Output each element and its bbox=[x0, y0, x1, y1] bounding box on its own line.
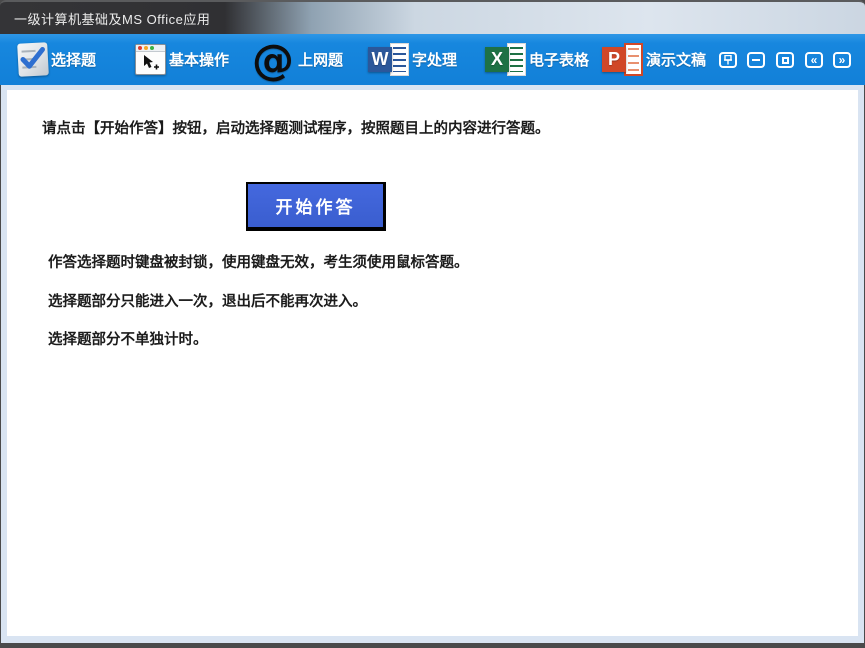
instruction-text: 请点击【开始作答】按钮，启动选择题测试程序，按照题目上的内容进行答题。 bbox=[42, 121, 550, 137]
excel-icon: X bbox=[485, 41, 526, 78]
maximize-button[interactable] bbox=[776, 52, 794, 68]
tab-label: 上网题 bbox=[298, 52, 344, 69]
tab-internet[interactable]: @ 上网题 bbox=[252, 34, 343, 85]
collapse-right-button[interactable]: » bbox=[833, 52, 851, 68]
pushpin-icon bbox=[724, 55, 732, 65]
window-cursor-icon bbox=[135, 44, 166, 75]
start-answer-button[interactable]: 开始作答 bbox=[246, 182, 386, 231]
tab-word-processing[interactable]: W 字处理 bbox=[368, 34, 457, 85]
tab-presentation[interactable]: P 演示文稿 bbox=[602, 34, 706, 85]
content-frame: 请点击【开始作答】按钮，启动选择题测试程序，按照题目上的内容进行答题。 开始作答… bbox=[1, 85, 864, 643]
note-keyboard-locked: 作答选择题时键盘被封锁，使用键盘无效，考生须使用鼠标答题。 bbox=[48, 255, 469, 271]
note-enter-once: 选择题部分只能进入一次，退出后不能再次进入。 bbox=[48, 294, 367, 310]
tab-multiple-choice[interactable]: 选择题 bbox=[17, 34, 97, 85]
at-sign-icon: @ bbox=[252, 34, 294, 84]
window-title: 一级计算机基础及MS Office应用 bbox=[14, 12, 211, 27]
minimize-icon bbox=[752, 59, 760, 61]
tab-basic-operations[interactable]: 基本操作 bbox=[135, 34, 229, 85]
tab-label: 电子表格 bbox=[529, 52, 590, 69]
tab-label: 演示文稿 bbox=[646, 52, 707, 69]
maximize-icon bbox=[781, 56, 789, 64]
note-no-separate-timing: 选择题部分不单独计时。 bbox=[48, 332, 208, 348]
double-chevron-left-icon: « bbox=[810, 53, 818, 67]
powerpoint-icon: P bbox=[602, 41, 643, 78]
app-window: 一级计算机基础及MS Office应用 选择题 基本操作 @ 上网题 W 字处理… bbox=[0, 0, 865, 648]
tab-label: 基本操作 bbox=[169, 52, 230, 69]
collapse-left-button[interactable]: « bbox=[805, 52, 823, 68]
tab-spreadsheet[interactable]: X 电子表格 bbox=[485, 34, 589, 85]
title-bar: 一级计算机基础及MS Office应用 bbox=[0, 0, 865, 34]
toolbar: 选择题 基本操作 @ 上网题 W 字处理 X 电子表格 P 演示文稿 « » bbox=[0, 34, 865, 85]
pin-window-button[interactable] bbox=[719, 52, 737, 68]
checklist-icon bbox=[17, 42, 49, 77]
double-chevron-right-icon: » bbox=[838, 53, 846, 67]
tab-label: 选择题 bbox=[51, 52, 97, 69]
tab-label: 字处理 bbox=[412, 52, 458, 69]
content-area: 请点击【开始作答】按钮，启动选择题测试程序，按照题目上的内容进行答题。 开始作答… bbox=[7, 90, 858, 636]
word-icon: W bbox=[368, 41, 409, 78]
minimize-button[interactable] bbox=[747, 52, 765, 68]
